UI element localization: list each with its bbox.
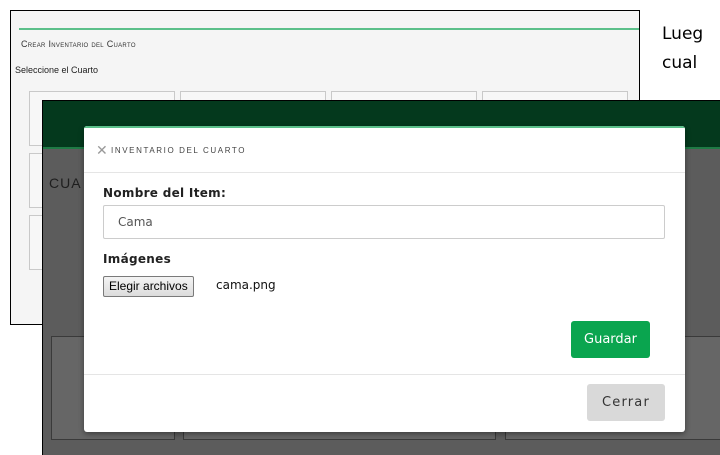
modal-footer-divider xyxy=(84,374,685,375)
modal-header: ✕ INVENTARIO DEL CUARTO xyxy=(84,126,685,173)
document-line: cual xyxy=(662,53,698,73)
header-accent-line xyxy=(19,28,639,30)
page-title: Crear Inventario del Cuarto xyxy=(21,39,136,49)
document-line: Lueg xyxy=(662,24,704,44)
inventory-modal: ✕ INVENTARIO DEL CUARTO Nombre del Item:… xyxy=(84,126,685,432)
background-heading: CUA xyxy=(49,175,82,191)
selected-file-name: cama.png xyxy=(216,278,276,292)
close-button[interactable]: Cerrar xyxy=(587,384,665,421)
modal-title: INVENTARIO DEL CUARTO xyxy=(111,146,247,155)
document-text: Lueg cual xyxy=(662,20,703,78)
images-label: Imágenes xyxy=(103,252,172,266)
item-name-label: Nombre del Item: xyxy=(103,186,227,200)
choose-files-button[interactable]: Elegir archivos xyxy=(103,276,194,297)
item-name-input[interactable]: Cama xyxy=(103,205,665,239)
save-button[interactable]: Guardar xyxy=(571,321,650,358)
close-x-icon[interactable]: ✕ xyxy=(96,143,108,157)
room-select-label: Seleccione el Cuarto xyxy=(15,65,99,75)
